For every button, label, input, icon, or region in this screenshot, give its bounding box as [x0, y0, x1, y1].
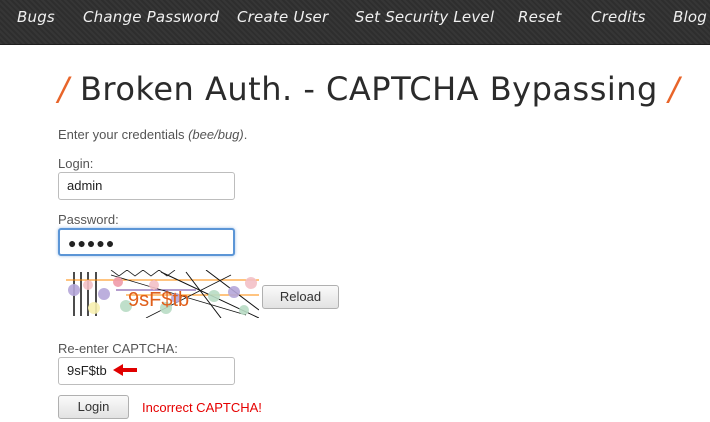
title-slash-right: / — [668, 70, 680, 108]
error-message: Incorrect CAPTCHA! — [142, 400, 262, 415]
recaptcha-label: Re-enter CAPTCHA: — [58, 341, 178, 356]
title-slash-left: / — [58, 70, 70, 108]
captcha-input[interactable]: 9sF$tb — [58, 357, 235, 385]
page-title: / Broken Auth. - CAPTCHA Bypassing / — [58, 70, 680, 108]
login-label: Login: — [58, 156, 94, 171]
top-navbar: Bugs Change Password Create User Set Sec… — [0, 0, 710, 45]
captcha-image: 9sF$tb — [66, 270, 259, 318]
password-label: Password: — [58, 212, 119, 227]
nav-item-blog[interactable]: Blog — [673, 8, 707, 26]
intro-end: . — [243, 127, 248, 142]
red-arrow-icon — [113, 364, 137, 376]
nav-item-create-user[interactable]: Create User — [237, 8, 328, 26]
captcha-text: 9sF$tb — [128, 289, 189, 311]
intro-text: Enter your credentials (bee/bug). — [58, 127, 247, 142]
title-text: Broken Auth. - CAPTCHA Bypassing — [79, 70, 658, 108]
reload-captcha-button[interactable]: Reload — [262, 285, 339, 309]
intro-prefix: Enter your credentials — [58, 127, 189, 142]
login-input[interactable]: admin — [58, 172, 235, 200]
nav-item-change-password[interactable]: Change Password — [83, 8, 219, 26]
nav-item-credits[interactable]: Credits — [591, 8, 646, 26]
login-button[interactable]: Login — [58, 395, 129, 419]
intro-credentials: (bee/bug) — [188, 127, 244, 142]
nav-item-bugs[interactable]: Bugs — [17, 8, 55, 26]
nav-item-reset[interactable]: Reset — [518, 8, 562, 26]
nav-item-set-security-level[interactable]: Set Security Level — [355, 8, 494, 26]
password-input[interactable]: ●●●●● — [58, 228, 235, 256]
